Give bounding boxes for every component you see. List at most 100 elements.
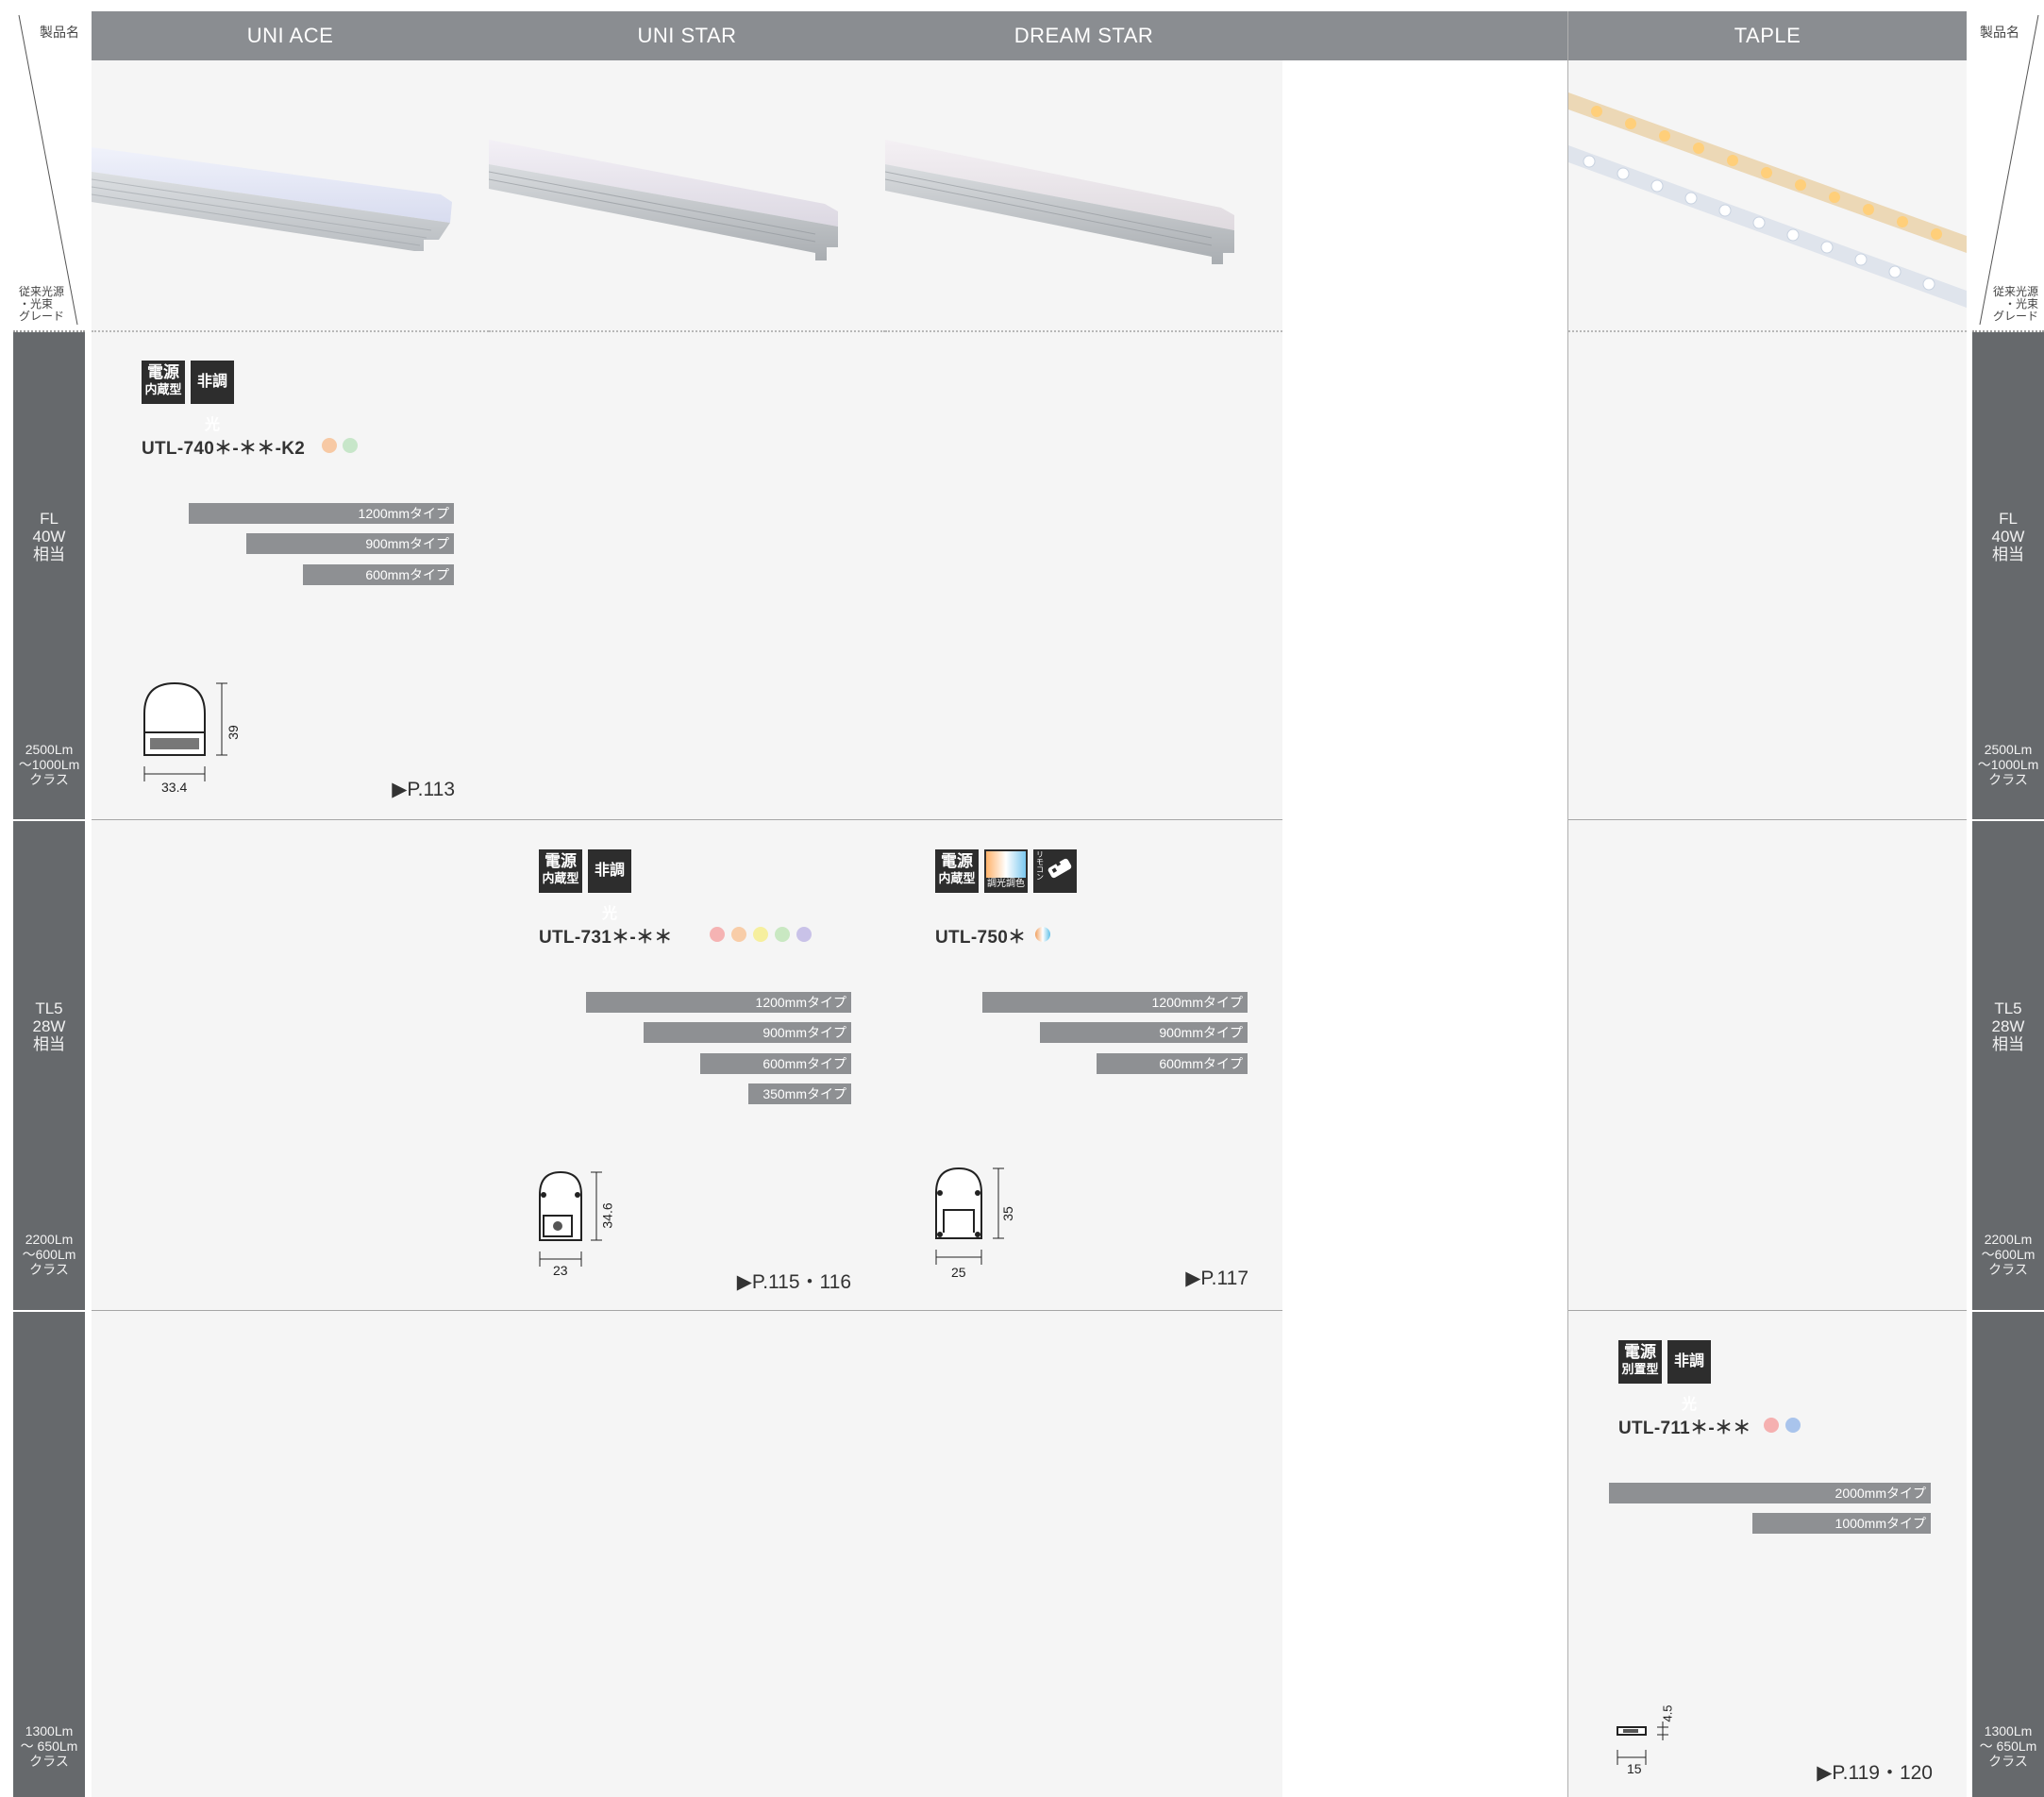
row-lumen-2: 2200Lm ～600Lm クラス: [22, 1232, 76, 1277]
badge-power-separate: 電源 別置型: [1618, 1340, 1662, 1384]
product-photo-uni-star: [489, 60, 885, 330]
color-dot: [775, 927, 790, 942]
model-number: UTL-750＊: [935, 928, 1027, 948]
badge-non-dimming: 非調光: [1667, 1340, 1711, 1413]
page-reference: ▶P.119・120: [1817, 1762, 1933, 1784]
product-photo-dream-star: [885, 60, 1282, 330]
led-bar-image: [885, 140, 1234, 264]
led-bar-image: [489, 140, 838, 260]
remote-icon: [1047, 858, 1072, 879]
length-bar-1200: 1200mmタイプ: [982, 992, 1248, 1013]
page-reference: ▶P.113: [392, 779, 455, 800]
badge-tunable-color: 調光調色: [984, 849, 1028, 893]
divider: [92, 1310, 489, 1311]
right-row-header-column: 製品名 従来光源 ・光束 グレード FL 40W 相当 2500Lm ～1000Lm ク…: [1972, 11, 2044, 1797]
dimension-height: 34.6: [599, 1202, 615, 1229]
model-number: UTL-711＊-＊＊: [1618, 1419, 1751, 1438]
divider: [1568, 330, 1967, 332]
row-header-legend: 製品名 従来光源 ・光束 グレード: [1972, 11, 2044, 332]
row-lumen-1: 2500Lm ～1000Lm クラス: [1977, 742, 2039, 787]
dimension-width: 25: [951, 1265, 966, 1280]
column-uni-ace: UNI ACE 電源 内蔵型 非調光 UTL-740＊-＊＊-K2 1200mm…: [92, 11, 490, 1797]
color-dot: [1035, 927, 1050, 942]
dimension-height: 4.5: [1660, 1705, 1675, 1722]
length-bar-600: 600mmタイプ: [700, 1053, 851, 1074]
divider: [489, 330, 885, 332]
divider: [1972, 1310, 2044, 1312]
grade-label: 従来光源 ・光束 グレード: [19, 285, 65, 323]
divider: [13, 330, 85, 332]
cell-uni-ace-fl40: 電源 内蔵型 非調光 UTL-740＊-＊＊-K2 1200mmタイプ 900mm…: [92, 330, 489, 819]
cross-section-diagram: [1617, 1721, 1668, 1765]
badge-power-builtin: 電源 内蔵型: [539, 849, 582, 893]
color-dot: [796, 927, 812, 942]
legend-diagonal: [1979, 14, 2039, 326]
row-lumen-3: 1300Lm ～ 650Lm クラス: [20, 1723, 78, 1769]
length-bar-1000: 1000mmタイプ: [1752, 1513, 1931, 1534]
row-type-fl40: FL 40W 相当: [32, 510, 66, 563]
row-type-fl40: FL 40W 相当: [1991, 510, 2025, 563]
color-dot: [1785, 1418, 1801, 1433]
column-uni-star: UNI STAR 電源 内蔵型 非調光 UTL-731＊-＊＊ 1200mmタイ…: [489, 11, 886, 1797]
product-photo-uni-ace: [92, 60, 489, 330]
column-header: DREAM STAR: [885, 11, 1282, 60]
column-body: [1282, 60, 1567, 1797]
divider: [1568, 819, 1967, 820]
column-header: [1282, 11, 1567, 60]
column-taple: TAPLE 電源 別置型 非調光 UTL-711＊-＊＊ 2000mmタイプ 1…: [1567, 11, 1967, 1797]
column-header: UNI ACE: [92, 11, 489, 60]
dimension-width: 15: [1627, 1761, 1642, 1776]
dimension-width: 33.4: [161, 780, 188, 795]
color-dot: [731, 927, 746, 942]
cell-uni-star-tl5: 電源 内蔵型 非調光 UTL-731＊-＊＊ 1200mmタイプ 900mmタイプ…: [489, 819, 885, 1310]
divider: [13, 1310, 85, 1312]
dimension-width: 23: [553, 1263, 568, 1278]
divider: [1972, 330, 2044, 332]
row-lumen-3: 1300Lm ～ 650Lm クラス: [1979, 1723, 2037, 1769]
column-dream-star: DREAM STAR 電源 内蔵型 調光調色 リモコン UTL-750＊ 120…: [885, 11, 1283, 1797]
led-bar-image: [92, 147, 452, 251]
badge-remote-control: リモコン: [1033, 849, 1077, 893]
dimension-height: 35: [999, 1206, 1015, 1221]
divider: [489, 1310, 885, 1311]
divider: [885, 1310, 1282, 1311]
color-dot: [1764, 1418, 1779, 1433]
cell-dream-star-tl5: 電源 内蔵型 調光調色 リモコン UTL-750＊ 1200mmタイプ 900mm…: [885, 819, 1282, 1310]
product-photo-taple: [1568, 60, 1967, 330]
led-tape-image: [1568, 92, 1967, 308]
column-body: 電源 内蔵型 調光調色 リモコン UTL-750＊ 1200mmタイプ 900mm…: [885, 60, 1282, 1797]
length-bar-600: 600mmタイプ: [303, 564, 454, 585]
row-type-tl5: TL5 28W 相当: [1991, 999, 2025, 1053]
badge-non-dimming: 非調光: [191, 361, 234, 433]
length-bar-900: 900mmタイプ: [1040, 1022, 1248, 1043]
model-number: UTL-731＊-＊＊: [539, 928, 673, 948]
row-type-tl5: TL5 28W 相当: [32, 999, 66, 1053]
page-reference: ▶P.117: [1185, 1268, 1248, 1289]
column-empty: [1282, 11, 1568, 1797]
page-reference: ▶P.115・116: [736, 1271, 851, 1293]
divider: [1972, 819, 2044, 821]
product-name-label: 製品名: [1980, 25, 2019, 40]
column-header: UNI STAR: [489, 11, 885, 60]
length-bar-350: 350mmタイプ: [748, 1083, 851, 1104]
color-dot: [710, 927, 725, 942]
length-bar-2000: 2000mmタイプ: [1609, 1483, 1931, 1503]
column-body: 電源 別置型 非調光 UTL-711＊-＊＊ 2000mmタイプ 1000mmタイ…: [1568, 60, 1967, 1797]
legend-diagonal: [18, 14, 78, 326]
product-name-label: 製品名: [40, 25, 79, 40]
length-bar-1200: 1200mmタイプ: [189, 503, 454, 524]
dimension-height: 39: [225, 725, 241, 740]
cross-section-diagram: [539, 1170, 602, 1267]
badge-power-builtin: 電源 内蔵型: [935, 849, 979, 893]
cell-taple-row3: 電源 別置型 非調光 UTL-711＊-＊＊ 2000mmタイプ 1000mmタイ…: [1568, 1310, 1967, 1797]
badge-non-dimming: 非調光: [588, 849, 631, 922]
color-dot: [343, 438, 358, 453]
row-lumen-2: 2200Lm ～600Lm クラス: [1981, 1232, 2036, 1277]
row-lumen-1: 2500Lm ～1000Lm クラス: [18, 742, 80, 787]
grade-label: 従来光源 ・光束 グレード: [1992, 285, 2038, 323]
divider: [885, 330, 1282, 332]
divider: [92, 819, 489, 820]
column-body: 電源 内蔵型 非調光 UTL-740＊-＊＊-K2 1200mmタイプ 900mm…: [92, 60, 489, 1797]
length-bar-900: 900mmタイプ: [644, 1022, 851, 1043]
badge-power-builtin: 電源 内蔵型: [142, 361, 185, 404]
